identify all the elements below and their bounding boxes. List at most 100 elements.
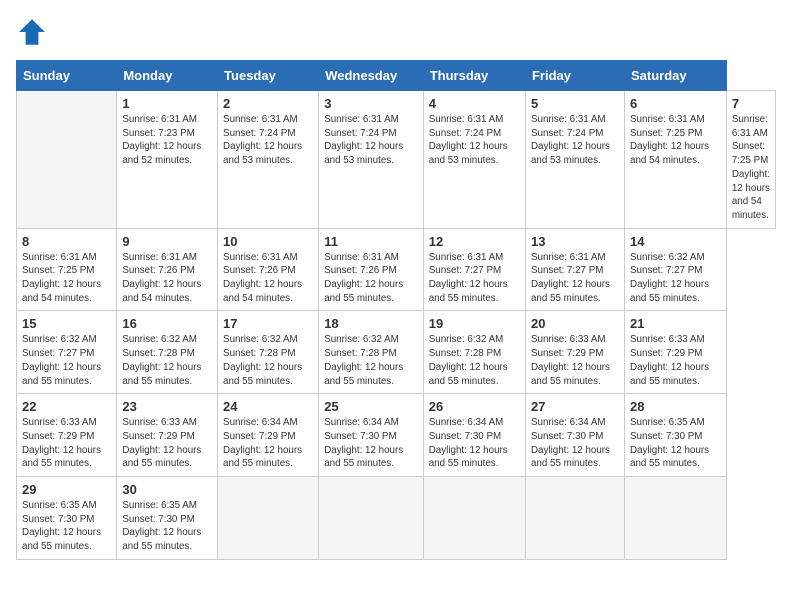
day-info: Sunrise: 6:31 AMSunset: 7:26 PMDaylight:…: [223, 251, 313, 306]
calendar-day-cell: 11Sunrise: 6:31 AMSunset: 7:26 PMDayligh…: [319, 228, 424, 311]
calendar-week-row: 1Sunrise: 6:31 AMSunset: 7:23 PMDaylight…: [17, 91, 776, 229]
day-info: Sunrise: 6:32 AMSunset: 7:28 PMDaylight:…: [122, 333, 212, 388]
day-info: Sunrise: 6:33 AMSunset: 7:29 PMDaylight:…: [122, 416, 212, 471]
day-number: 25: [324, 399, 418, 414]
day-number: 19: [429, 316, 520, 331]
day-number: 4: [429, 96, 520, 111]
day-info: Sunrise: 6:31 AMSunset: 7:25 PMDaylight:…: [22, 251, 111, 306]
calendar-day-cell: 5 Sunrise: 6:31 AMSunset: 7:24 PMDaylight…: [525, 91, 624, 229]
calendar-day-cell: 6 Sunrise: 6:31 AMSunset: 7:25 PMDaylight…: [625, 91, 727, 229]
calendar-day-cell: [625, 477, 727, 560]
day-info: Sunrise: 6:31 AMSunset: 7:25 PMDaylight:…: [630, 113, 721, 168]
calendar-week-row: 29 Sunrise: 6:35 AMSunset: 7:30 PMDayligh…: [17, 477, 776, 560]
day-info: Sunrise: 6:31 AMSunset: 7:24 PMDaylight:…: [531, 113, 619, 168]
day-info: Sunrise: 6:31 AMSunset: 7:25 PMDaylight:…: [732, 113, 770, 223]
day-info: Sunrise: 6:31 AMSunset: 7:23 PMDaylight:…: [122, 113, 212, 168]
day-info: Sunrise: 6:31 AMSunset: 7:24 PMDaylight:…: [324, 113, 418, 168]
calendar-day-cell: 12Sunrise: 6:31 AMSunset: 7:27 PMDayligh…: [423, 228, 525, 311]
day-number: 20: [531, 316, 619, 331]
calendar-day-cell: [218, 477, 319, 560]
day-number: 16: [122, 316, 212, 331]
calendar-day-cell: 25 Sunrise: 6:34 AMSunset: 7:30 PMDayligh…: [319, 394, 424, 477]
day-info: Sunrise: 6:31 AMSunset: 7:24 PMDaylight:…: [223, 113, 313, 168]
calendar-day-cell: 7 Sunrise: 6:31 AMSunset: 7:25 PMDaylight…: [726, 91, 775, 229]
calendar-day-cell: 4 Sunrise: 6:31 AMSunset: 7:24 PMDaylight…: [423, 91, 525, 229]
day-info: Sunrise: 6:31 AMSunset: 7:27 PMDaylight:…: [429, 251, 520, 306]
page-header: [16, 16, 776, 48]
day-of-week-header: Sunday: [17, 61, 117, 91]
day-info: Sunrise: 6:33 AMSunset: 7:29 PMDaylight:…: [630, 333, 721, 388]
calendar-day-cell: 19 Sunrise: 6:32 AMSunset: 7:28 PMDayligh…: [423, 311, 525, 394]
day-number: 17: [223, 316, 313, 331]
day-number: 6: [630, 96, 721, 111]
day-number: 7: [732, 96, 770, 111]
day-number: 5: [531, 96, 619, 111]
logo-icon: [16, 16, 48, 48]
day-info: Sunrise: 6:34 AMSunset: 7:30 PMDaylight:…: [324, 416, 418, 471]
day-of-week-header: Thursday: [423, 61, 525, 91]
day-of-week-header: Saturday: [625, 61, 727, 91]
day-info: Sunrise: 6:33 AMSunset: 7:29 PMDaylight:…: [22, 416, 111, 471]
calendar-day-cell: 10 Sunrise: 6:31 AMSunset: 7:26 PMDayligh…: [218, 228, 319, 311]
calendar-day-cell: [525, 477, 624, 560]
calendar-day-cell: 15 Sunrise: 6:32 AMSunset: 7:27 PMDayligh…: [17, 311, 117, 394]
day-info: Sunrise: 6:35 AMSunset: 7:30 PMDaylight:…: [630, 416, 721, 471]
calendar-day-cell: 23 Sunrise: 6:33 AMSunset: 7:29 PMDayligh…: [117, 394, 218, 477]
day-info: Sunrise: 6:32 AMSunset: 7:28 PMDaylight:…: [223, 333, 313, 388]
calendar-day-cell: 2 Sunrise: 6:31 AMSunset: 7:24 PMDaylight…: [218, 91, 319, 229]
calendar-table: SundayMondayTuesdayWednesdayThursdayFrid…: [16, 60, 776, 560]
day-number: 22: [22, 399, 111, 414]
calendar-day-cell: [319, 477, 424, 560]
day-number: 15: [22, 316, 111, 331]
calendar-day-cell: 29 Sunrise: 6:35 AMSunset: 7:30 PMDayligh…: [17, 477, 117, 560]
day-number: 26: [429, 399, 520, 414]
calendar-day-cell: 30 Sunrise: 6:35 AMSunset: 7:30 PMDayligh…: [117, 477, 218, 560]
calendar-day-cell: 18Sunrise: 6:32 AMSunset: 7:28 PMDayligh…: [319, 311, 424, 394]
logo: [16, 16, 52, 48]
calendar-day-cell: 17 Sunrise: 6:32 AMSunset: 7:28 PMDayligh…: [218, 311, 319, 394]
day-number: 14: [630, 234, 721, 249]
calendar-week-row: 8 Sunrise: 6:31 AMSunset: 7:25 PMDaylight…: [17, 228, 776, 311]
calendar-day-cell: 26 Sunrise: 6:34 AMSunset: 7:30 PMDayligh…: [423, 394, 525, 477]
day-number: 8: [22, 234, 111, 249]
day-number: 13: [531, 234, 619, 249]
calendar-day-cell: 14 Sunrise: 6:32 AMSunset: 7:27 PMDayligh…: [625, 228, 727, 311]
day-number: 24: [223, 399, 313, 414]
day-number: 9: [122, 234, 212, 249]
day-number: 27: [531, 399, 619, 414]
day-info: Sunrise: 6:35 AMSunset: 7:30 PMDaylight:…: [22, 499, 111, 554]
day-info: Sunrise: 6:34 AMSunset: 7:29 PMDaylight:…: [223, 416, 313, 471]
day-number: 10: [223, 234, 313, 249]
calendar-day-cell: 21 Sunrise: 6:33 AMSunset: 7:29 PMDayligh…: [625, 311, 727, 394]
day-info: Sunrise: 6:32 AMSunset: 7:28 PMDaylight:…: [429, 333, 520, 388]
calendar-week-row: 22 Sunrise: 6:33 AMSunset: 7:29 PMDayligh…: [17, 394, 776, 477]
day-number: 11: [324, 234, 418, 249]
calendar-day-cell: [423, 477, 525, 560]
day-number: 30: [122, 482, 212, 497]
calendar-day-cell: 27 Sunrise: 6:34 AMSunset: 7:30 PMDayligh…: [525, 394, 624, 477]
calendar-week-row: 15 Sunrise: 6:32 AMSunset: 7:27 PMDayligh…: [17, 311, 776, 394]
day-of-week-header: Tuesday: [218, 61, 319, 91]
day-info: Sunrise: 6:35 AMSunset: 7:30 PMDaylight:…: [122, 499, 212, 554]
day-info: Sunrise: 6:32 AMSunset: 7:27 PMDaylight:…: [630, 251, 721, 306]
calendar-day-cell: 20Sunrise: 6:33 AMSunset: 7:29 PMDayligh…: [525, 311, 624, 394]
day-info: Sunrise: 6:34 AMSunset: 7:30 PMDaylight:…: [429, 416, 520, 471]
calendar-day-cell: 24 Sunrise: 6:34 AMSunset: 7:29 PMDayligh…: [218, 394, 319, 477]
day-info: Sunrise: 6:32 AMSunset: 7:28 PMDaylight:…: [324, 333, 418, 388]
calendar-day-cell: 3 Sunrise: 6:31 AMSunset: 7:24 PMDaylight…: [319, 91, 424, 229]
day-number: 2: [223, 96, 313, 111]
day-info: Sunrise: 6:32 AMSunset: 7:27 PMDaylight:…: [22, 333, 111, 388]
day-number: 29: [22, 482, 111, 497]
day-info: Sunrise: 6:34 AMSunset: 7:30 PMDaylight:…: [531, 416, 619, 471]
calendar-day-cell: 22 Sunrise: 6:33 AMSunset: 7:29 PMDayligh…: [17, 394, 117, 477]
day-of-week-header: Monday: [117, 61, 218, 91]
day-info: Sunrise: 6:31 AMSunset: 7:24 PMDaylight:…: [429, 113, 520, 168]
calendar-day-cell: 16 Sunrise: 6:32 AMSunset: 7:28 PMDayligh…: [117, 311, 218, 394]
day-number: 23: [122, 399, 212, 414]
calendar-day-cell: 9Sunrise: 6:31 AMSunset: 7:26 PMDaylight…: [117, 228, 218, 311]
day-number: 21: [630, 316, 721, 331]
calendar-header-row: SundayMondayTuesdayWednesdayThursdayFrid…: [17, 61, 776, 91]
day-number: 3: [324, 96, 418, 111]
day-of-week-header: Wednesday: [319, 61, 424, 91]
day-of-week-header: Friday: [525, 61, 624, 91]
